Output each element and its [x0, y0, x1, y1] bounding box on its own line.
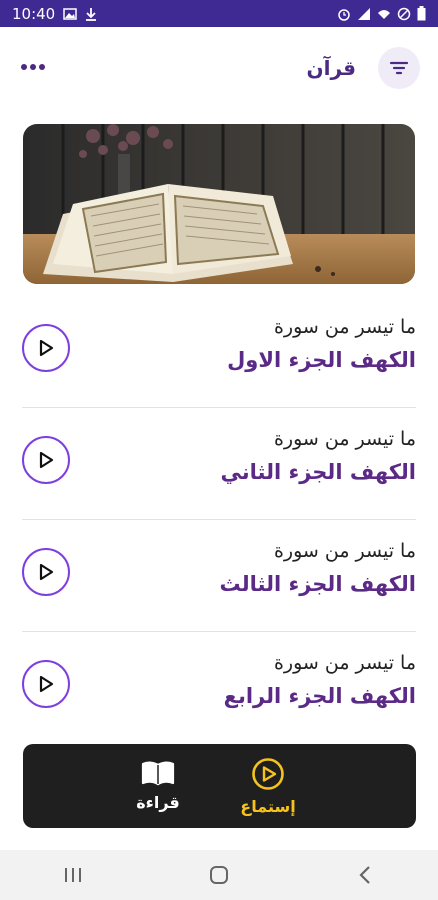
play-button[interactable] [22, 436, 70, 484]
signal-icon [357, 7, 371, 21]
download-icon [85, 7, 97, 21]
play-icon [39, 339, 54, 357]
play-circle-icon [252, 757, 284, 790]
book-open-icon [141, 761, 175, 785]
item-title: الكهف الجزء الثالث [219, 572, 416, 596]
back-icon [359, 866, 370, 884]
list-item[interactable]: ما تيسر من سورة الكهف الجزء الرابع [0, 632, 438, 744]
banner-image [23, 124, 415, 284]
status-time: 10:40 [12, 4, 56, 23]
app-bar: قرآن [0, 27, 438, 109]
item-title: الكهف الجزء الاول [227, 348, 416, 372]
dnd-icon [397, 7, 411, 21]
item-subtitle: ما تيسر من سورة [273, 652, 416, 674]
item-subtitle: ما تيسر من سورة [273, 428, 416, 450]
item-subtitle: ما تيسر من سورة [273, 316, 416, 338]
more-horizontal-icon [21, 64, 45, 70]
list-item[interactable]: ما تيسر من سورة الكهف الجزء الثالث [0, 520, 438, 632]
tab-read[interactable]: قراءة [123, 744, 193, 828]
alarm-icon [337, 7, 351, 21]
item-title: الكهف الجزء الرابع [223, 684, 416, 708]
home-icon [210, 866, 228, 884]
tab-listen-label: إستماع [240, 796, 296, 816]
tab-listen[interactable]: إستماع [223, 744, 313, 828]
filter-button[interactable] [378, 47, 420, 89]
quran-book-image [23, 124, 415, 284]
item-title: الكهف الجزء الثاني [220, 460, 416, 484]
play-button[interactable] [22, 324, 70, 372]
back-button[interactable] [335, 855, 395, 895]
recent-apps-icon [65, 868, 81, 882]
tab-read-label: قراءة [136, 792, 180, 812]
system-navigation-bar [0, 850, 438, 900]
filter-icon [389, 61, 409, 75]
play-icon [39, 675, 54, 693]
list-item[interactable]: ما تيسر من سورة الكهف الجزء الثاني [0, 408, 438, 520]
item-subtitle: ما تيسر من سورة [273, 540, 416, 562]
status-bar: 10:40 [0, 0, 438, 27]
play-button[interactable] [22, 548, 70, 596]
page-title: قرآن [306, 56, 356, 80]
bottom-navigation: قراءة إستماع [23, 744, 416, 828]
play-icon [39, 563, 54, 581]
wifi-icon [377, 8, 391, 20]
image-icon [63, 7, 77, 20]
play-icon [39, 451, 54, 469]
recent-apps-button[interactable] [43, 855, 103, 895]
more-options-button[interactable] [20, 50, 46, 76]
list-item[interactable]: ما تيسر من سورة الكهف الجزء الاول [0, 296, 438, 408]
home-button[interactable] [189, 855, 249, 895]
battery-icon [417, 6, 426, 21]
play-button[interactable] [22, 660, 70, 708]
